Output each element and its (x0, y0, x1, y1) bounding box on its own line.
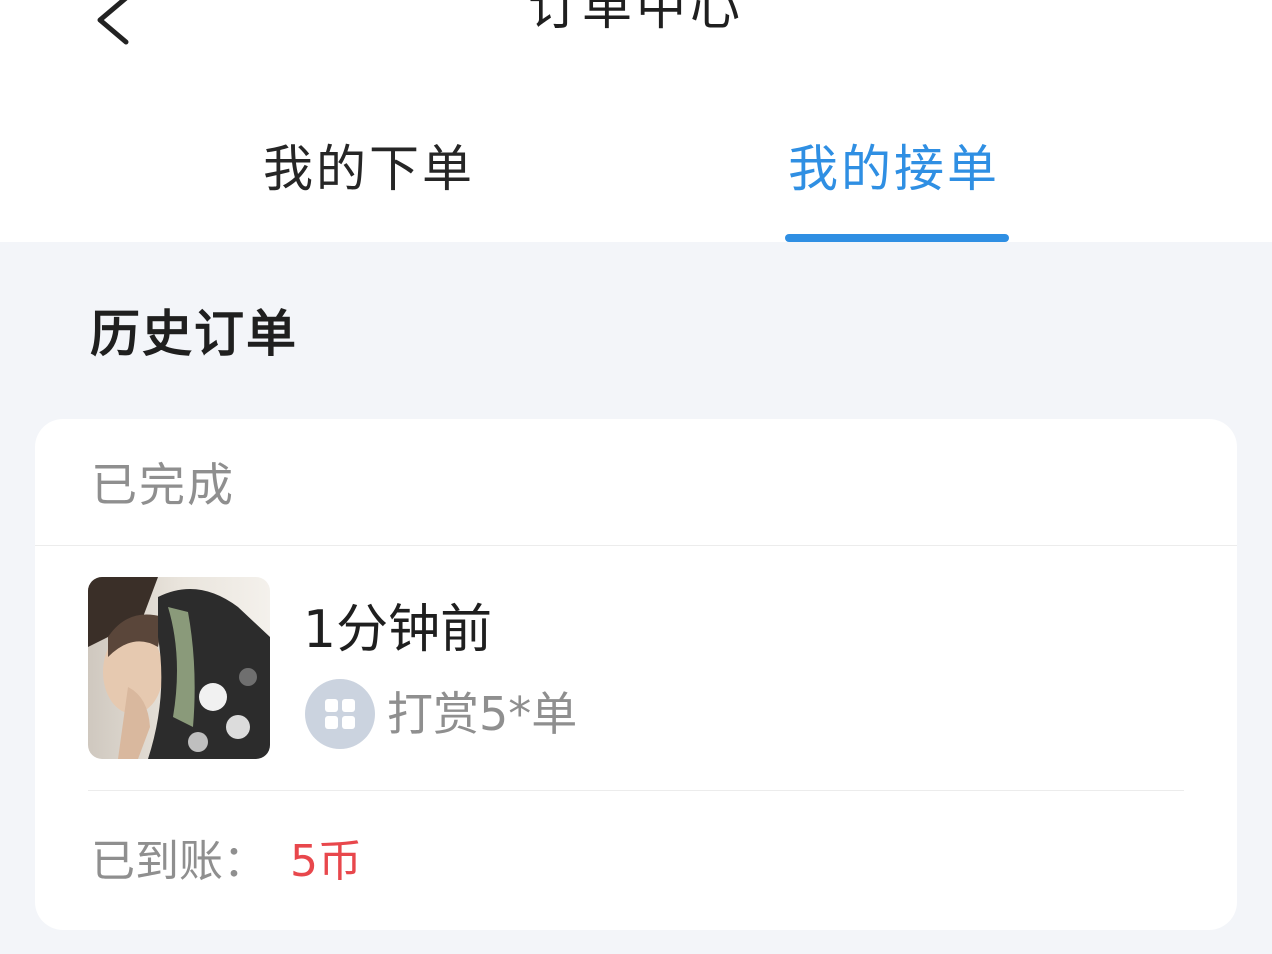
divider (35, 545, 1237, 546)
received-label: 已到账： (91, 836, 267, 887)
header: 订单中心 我的下单 我的接单 (0, 0, 1272, 242)
page-title: 订单中心 (528, 0, 744, 36)
order-type: 打赏5*单 (387, 687, 578, 741)
order-status: 已完成 (91, 458, 235, 512)
received-amount: 5币 (290, 836, 362, 887)
game-grid-icon (305, 679, 375, 749)
active-tab-indicator (785, 234, 1009, 242)
divider (88, 790, 1184, 791)
order-time: 1分钟前 (303, 600, 493, 660)
section-title: 历史订单 (90, 305, 298, 363)
order-card[interactable]: 已完成 1分钟前 打赏5*单 已到账： 5币 (35, 419, 1237, 930)
tab-my-accepted-orders[interactable]: 我的接单 (788, 134, 1000, 204)
tab-my-orders[interactable]: 我的下单 (263, 134, 475, 204)
avatar (88, 577, 270, 759)
